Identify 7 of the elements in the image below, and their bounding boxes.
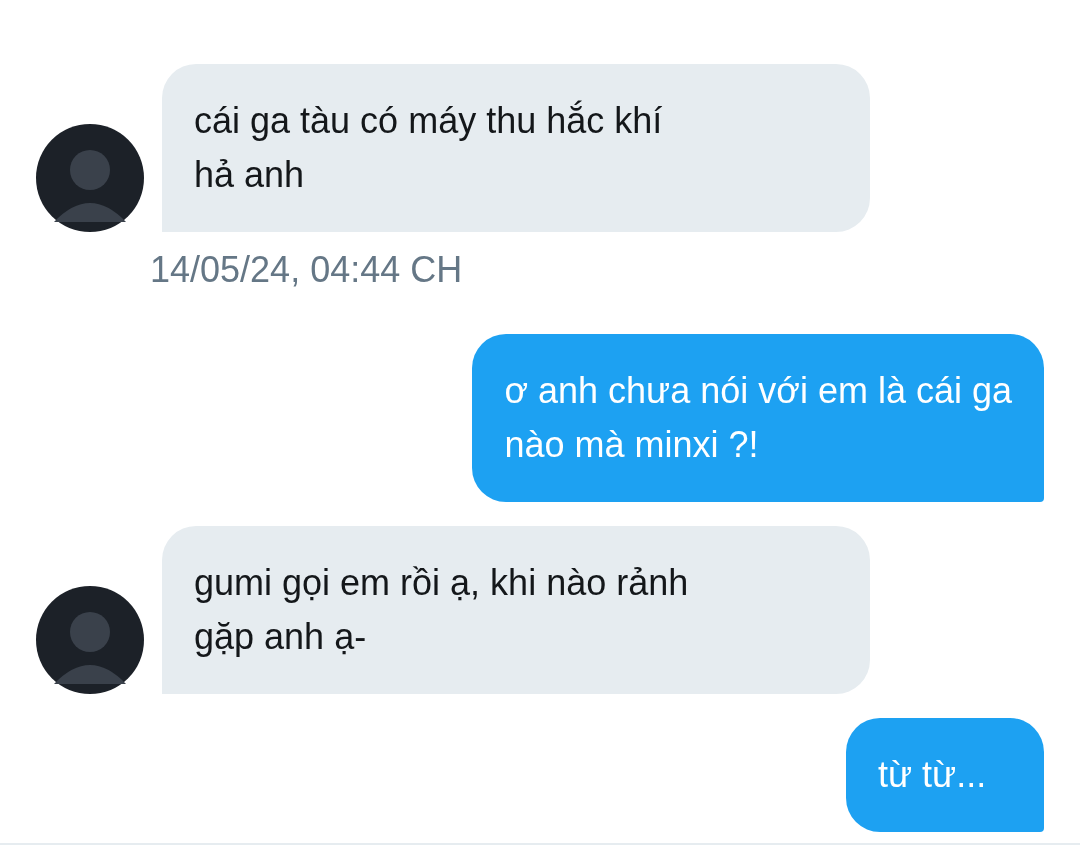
message-bubble: gumi gọi em rồi ạ, khi nào rảnh gặp anh ạ- xyxy=(162,526,870,694)
avatar-icon xyxy=(36,124,144,232)
message-bubble: từ từ... xyxy=(846,718,1044,832)
avatar-icon xyxy=(36,586,144,694)
message-bubble: cái ga tàu có máy thu hắc khí hả anh xyxy=(162,64,870,232)
message-bubble: ơ anh chưa nói với em là cái ga nào mà minxi ?! xyxy=(472,334,1044,502)
message-timestamp: 14/05/24, 04:44 CH xyxy=(150,250,463,290)
